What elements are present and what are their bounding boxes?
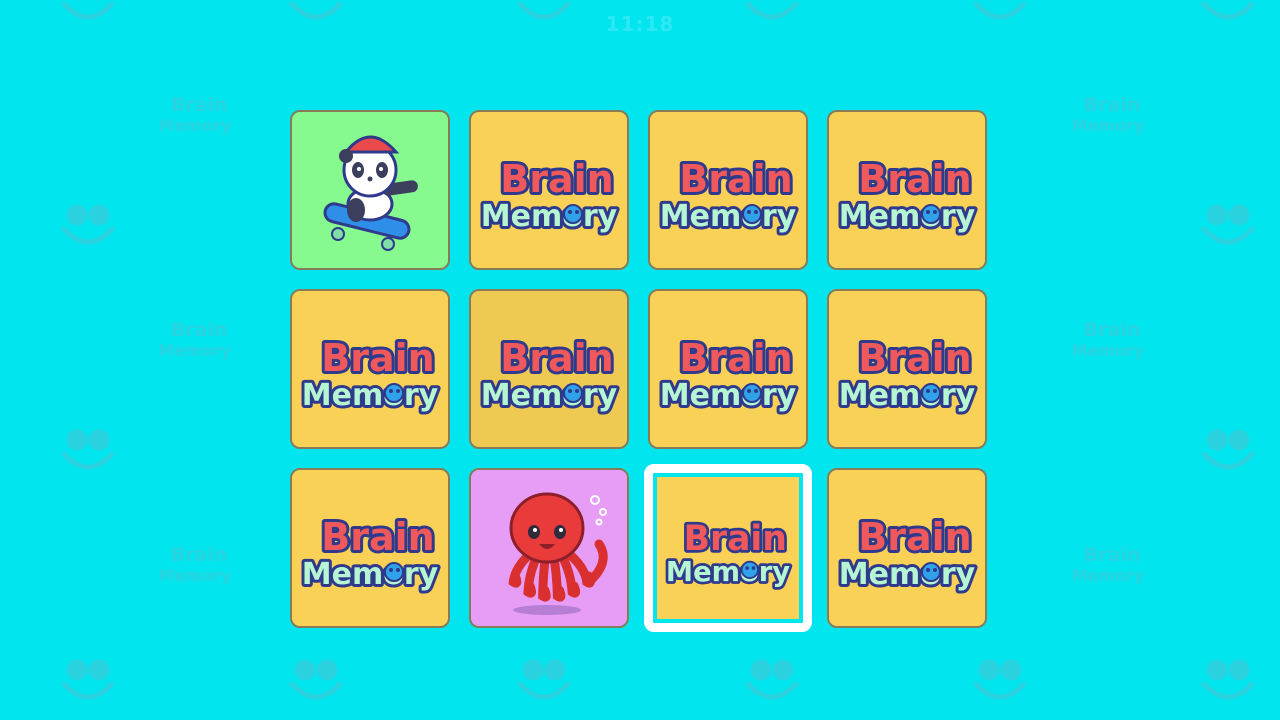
- brain-memory-logo: Brain Memory: [829, 112, 985, 268]
- memory-card[interactable]: Brain Memory: [290, 468, 450, 628]
- brain-memory-logo: Brain Memory: [650, 112, 806, 268]
- logo-word-memory: Memory: [839, 378, 976, 413]
- logo-word-memory: Memory: [481, 199, 618, 234]
- memory-card[interactable]: Brain Memory: [648, 110, 808, 270]
- memory-card[interactable]: Brain Memory: [827, 468, 987, 628]
- logo-word-brain: Brain: [679, 336, 792, 380]
- logo-word-brain: Brain: [684, 519, 787, 559]
- memory-card[interactable]: Brain Memory: [648, 289, 808, 449]
- logo-face-icon: [921, 562, 941, 582]
- memory-card-selected[interactable]: Brain Memory: [644, 464, 812, 632]
- octopus-icon: [471, 470, 627, 626]
- card-grid: Brain Memory Brain Memory Brain Memory B…: [0, 0, 1280, 720]
- logo-face-icon: [740, 560, 759, 579]
- logo-word-brain: Brain: [321, 336, 434, 380]
- logo-word-brain: Brain: [858, 157, 971, 201]
- logo-word-brain: Brain: [321, 515, 434, 559]
- logo-word-brain: Brain: [858, 515, 971, 559]
- memory-card[interactable]: [290, 110, 450, 270]
- logo-face-icon: [742, 204, 762, 224]
- logo-word-brain: Brain: [679, 157, 792, 201]
- brain-memory-logo: Brain Memory: [829, 470, 985, 626]
- memory-card[interactable]: [469, 468, 629, 628]
- memory-card[interactable]: Brain Memory: [827, 110, 987, 270]
- logo-word-memory: Memory: [481, 378, 618, 413]
- memory-card[interactable]: Brain Memory: [469, 110, 629, 270]
- memory-card[interactable]: Brain Memory: [290, 289, 450, 449]
- brain-memory-logo: Brain Memory: [650, 291, 806, 447]
- brain-memory-logo: Brain Memory: [292, 291, 448, 447]
- logo-face-icon: [384, 383, 404, 403]
- logo-word-brain: Brain: [500, 336, 613, 380]
- logo-face-icon: [384, 562, 404, 582]
- logo-word-brain: Brain: [500, 157, 613, 201]
- logo-word-memory: Memory: [660, 378, 797, 413]
- logo-face-icon: [921, 383, 941, 403]
- logo-word-memory: Memory: [839, 199, 976, 234]
- logo-face-icon: [921, 204, 941, 224]
- brain-memory-logo: Brain Memory: [471, 112, 627, 268]
- brain-memory-logo: Brain Memory: [471, 291, 627, 447]
- panda-skateboard-icon: [292, 112, 448, 268]
- logo-face-icon: [563, 204, 583, 224]
- logo-word-brain: Brain: [858, 336, 971, 380]
- memory-card[interactable]: Brain Memory: [469, 289, 629, 449]
- logo-word-memory: Memory: [660, 199, 797, 234]
- memory-card[interactable]: Brain Memory: [827, 289, 987, 449]
- logo-face-icon: [563, 383, 583, 403]
- logo-word-memory: Memory: [302, 378, 439, 413]
- logo-word-memory: Memory: [839, 557, 976, 592]
- logo-face-icon: [742, 383, 762, 403]
- brain-memory-logo: Brain Memory: [829, 291, 985, 447]
- brain-memory-logo: Brain Memory: [292, 470, 448, 626]
- logo-word-memory: Memory: [666, 557, 790, 588]
- logo-word-memory: Memory: [302, 557, 439, 592]
- brain-memory-logo: Brain Memory: [657, 477, 799, 619]
